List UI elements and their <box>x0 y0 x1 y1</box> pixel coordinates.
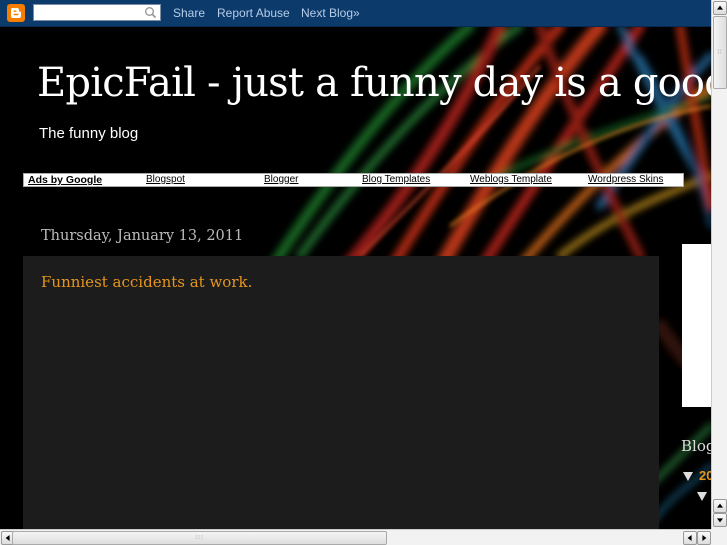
ads-by-google-link[interactable]: Ads by Google <box>28 174 102 186</box>
ad-link-weblogs-template[interactable]: Weblogs Template <box>470 174 552 186</box>
search-input[interactable] <box>33 4 161 21</box>
scroll-up-button-lower[interactable] <box>713 499 727 513</box>
search-icon[interactable] <box>144 6 157 19</box>
arrow-right-icon <box>702 535 707 541</box>
sidebar-heading: Blog Archive <box>681 437 711 455</box>
search-field[interactable] <box>36 6 144 19</box>
ad-link-blog-templates[interactable]: Blog Templates <box>362 174 430 186</box>
horizontal-scroll-thumb[interactable]: ⁝⁝⁝ <box>12 531 387 545</box>
ad-link-blogger[interactable]: Blogger <box>264 174 298 186</box>
arrow-down-icon <box>717 518 723 523</box>
blog-title[interactable]: EpicFail - just a funny day is a good da… <box>37 60 711 106</box>
ad-links-bar: Ads by Google Blogspot Blogger Blog Temp… <box>23 173 684 187</box>
next-blog-link[interactable]: Next Blog» <box>301 6 360 20</box>
sidebar-widget <box>682 244 711 407</box>
scroll-right-button[interactable] <box>697 531 711 545</box>
arrow-up-icon <box>717 5 723 10</box>
ad-link-blogspot[interactable]: Blogspot <box>146 174 185 186</box>
arrow-up-icon <box>717 503 723 508</box>
grip-icon: ⁝⁝⁝ <box>195 535 204 541</box>
blog-description: The funny blog <box>39 125 139 142</box>
vertical-scrollbar[interactable]: ⁞⁞ <box>711 0 727 529</box>
scroll-up-button[interactable] <box>713 1 727 15</box>
arrow-left-icon <box>5 535 10 541</box>
triangle-down-icon[interactable] <box>697 492 707 501</box>
date-header: Thursday, January 13, 2011 <box>41 228 244 244</box>
grip-icon: ⁞⁞ <box>717 49 723 56</box>
vertical-scroll-thumb[interactable]: ⁞⁞ <box>713 16 727 89</box>
scroll-down-button[interactable] <box>713 513 727 527</box>
blogger-navbar: Share Report Abuse Next Blog» <box>0 0 711 27</box>
scrollbar-corner <box>711 529 727 545</box>
page-viewport: Share Report Abuse Next Blog» EpicFail -… <box>0 0 711 529</box>
post-container: Funniest accidents at work. <box>23 256 659 529</box>
archive-year-link[interactable]: 2011 <box>699 468 711 483</box>
share-link[interactable]: Share <box>173 6 205 20</box>
post-title-link[interactable]: Funniest accidents at work. <box>41 273 252 291</box>
report-abuse-link[interactable]: Report Abuse <box>217 6 290 20</box>
blogger-logo-icon[interactable] <box>7 4 25 22</box>
triangle-down-icon[interactable] <box>683 472 693 481</box>
arrow-left-icon <box>687 535 692 541</box>
horizontal-scrollbar[interactable]: ⁝⁝⁝ <box>0 529 711 545</box>
ad-link-wordpress-skins[interactable]: Wordpress Skins <box>588 174 663 186</box>
scroll-left-button-right[interactable] <box>683 531 697 545</box>
